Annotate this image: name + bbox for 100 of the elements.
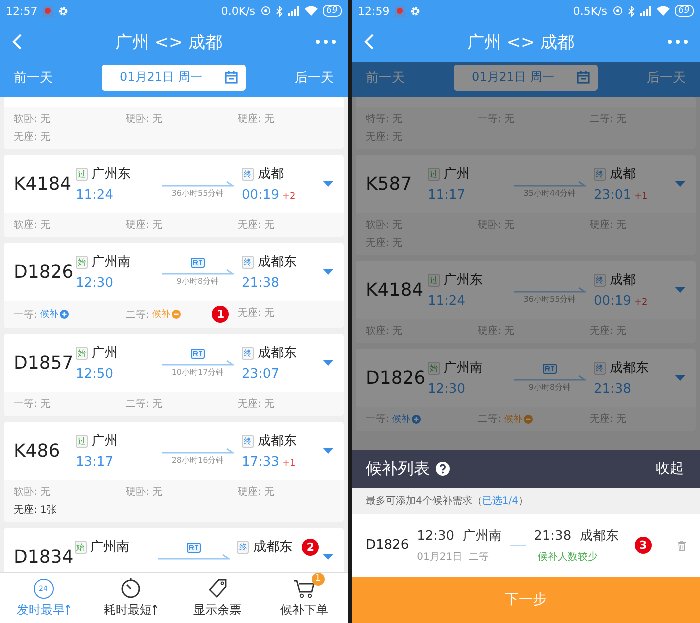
wifi-icon xyxy=(304,6,318,16)
waitlist-toggle[interactable]: 候补 xyxy=(392,412,422,426)
station-tag: 过 xyxy=(428,274,440,286)
annotation-marker: 3 xyxy=(634,537,652,554)
seat-availability: 无座: 无 xyxy=(238,218,276,232)
departure-time: 11:24 xyxy=(76,188,114,203)
station-tag: 终 xyxy=(594,168,606,180)
travel-duration: 10小时17分钟 xyxy=(172,366,224,378)
train-number: D1857 xyxy=(14,352,75,374)
caret-icon[interactable] xyxy=(323,180,334,188)
caret-icon[interactable] xyxy=(323,448,334,454)
status-time: 12:57 xyxy=(6,4,38,18)
signal-icon xyxy=(288,6,300,16)
seat-availability: 无座: 无 xyxy=(238,398,276,411)
count-badge: 1 xyxy=(312,572,324,586)
seat-availability: 无座: 1张 xyxy=(14,504,58,517)
caret-icon[interactable] xyxy=(323,554,334,560)
route-title: 广州 <> 成都 xyxy=(466,32,576,54)
arrival-time: 23:01 xyxy=(594,188,632,203)
arrival-station: 成都东 xyxy=(258,433,297,450)
travel-duration: 28小时16分钟 xyxy=(172,454,224,466)
calendar-icon xyxy=(225,71,238,84)
departure-info: 12:30 广州南 xyxy=(417,528,502,545)
arrival-time: 00:19 xyxy=(242,188,280,203)
collapse-button[interactable]: 收起 xyxy=(650,459,690,479)
back-icon[interactable] xyxy=(364,34,374,50)
next-day-button[interactable]: 后一天 xyxy=(295,68,334,86)
travel-duration: 35小时44分钟 xyxy=(524,188,576,198)
waitlist-toggle[interactable]: 候补 xyxy=(504,412,534,426)
waitlist-toggle[interactable]: 候补 xyxy=(40,308,70,321)
caret-icon[interactable] xyxy=(323,360,334,366)
app-icon xyxy=(42,6,53,16)
status-time: 12:59 xyxy=(358,4,390,18)
trash-icon[interactable] xyxy=(678,538,686,552)
back-icon[interactable] xyxy=(12,34,22,50)
sort-tab[interactable]: 耗时最短 xyxy=(87,573,174,623)
seat-availability: 无座: 无 xyxy=(14,130,52,144)
departure-station: 广州南 xyxy=(444,360,483,377)
tag-icon xyxy=(208,578,228,598)
date-picker[interactable]: 01月21日 周一 xyxy=(102,64,246,90)
caret-icon[interactable] xyxy=(675,286,686,294)
arrival-time: 00:19 xyxy=(594,294,632,309)
seat-availability: 软卧: 无 xyxy=(14,486,52,499)
station-tag: 终 xyxy=(242,434,254,448)
station-tag: 过 xyxy=(428,168,440,180)
more-icon[interactable] xyxy=(668,40,688,44)
annotation-marker: 1 xyxy=(212,306,230,323)
station-tag: 过 xyxy=(76,168,88,180)
next-day-button[interactable]: 后一天 xyxy=(647,68,686,86)
seat-availability: 硬座: 无 xyxy=(126,218,164,232)
departure-time: 12:30 xyxy=(76,276,114,291)
day-offset: +1 xyxy=(282,459,296,469)
arrival-time: 21:38 xyxy=(594,382,632,397)
arrival-station: 成都东 xyxy=(258,345,297,362)
station-tag: 终 xyxy=(594,274,606,286)
seat-availability: 软卧: 无 xyxy=(14,113,52,126)
arrival-time: 17:33 xyxy=(242,455,280,470)
train-number: D1826 xyxy=(14,262,75,282)
caret-icon[interactable] xyxy=(323,268,334,276)
departure-time: 12:50 xyxy=(76,367,114,382)
network-speed: 0.5K/s xyxy=(573,4,608,18)
arrival-station: 成都东 xyxy=(253,539,292,556)
travel-duration: 36小时55分钟 xyxy=(172,188,224,198)
network-speed: 0.0K/s xyxy=(221,4,256,18)
next-step-button[interactable]: 下一步 xyxy=(352,577,700,623)
sort-tab[interactable]: 显示余票 xyxy=(174,573,261,623)
sort-tab[interactable]: 1 候补下单 xyxy=(261,573,348,623)
travel-duration: 9小时8分钟 xyxy=(528,382,572,392)
station-tag: 始 xyxy=(74,540,87,554)
battery-indicator: 69 xyxy=(322,5,342,17)
help-icon[interactable] xyxy=(436,462,450,476)
more-icon[interactable] xyxy=(316,40,336,44)
station-tag: 终 xyxy=(242,168,254,180)
annotation-marker: 2 xyxy=(302,538,320,556)
station-tag: 终 xyxy=(242,346,254,360)
waitlist-toggle[interactable]: 候补 xyxy=(152,308,182,321)
previous-day-button[interactable]: 前一天 xyxy=(14,68,53,86)
seat-availability: 硬座: 无 xyxy=(238,486,276,499)
train-number: K4184 xyxy=(366,280,425,300)
station-tag: 终 xyxy=(242,256,254,268)
bluetooth-icon xyxy=(276,6,283,16)
date-picker[interactable]: 01月21日 周一 xyxy=(454,64,598,90)
station-tag: 始 xyxy=(428,362,440,374)
seat-availability: 二等: 无 xyxy=(126,398,164,411)
day-offset: +2 xyxy=(634,298,648,308)
train-number: D1826 xyxy=(366,538,410,553)
caret-icon[interactable] xyxy=(675,374,686,382)
train-card[interactable]: 软卧: 无 硬卧: 无 硬座: 无 无座: 无 xyxy=(4,97,344,149)
arrival-station: 成都东 xyxy=(610,360,649,377)
train-card[interactable]: K486 过 广州 13:17 28小时16分钟 终 成都东 17:33 +1 软卧: 无 硬卧: 无 硬座: 无 无座: 1张 xyxy=(4,422,344,522)
station-tag: 终 xyxy=(237,540,250,554)
previous-day-button[interactable]: 前一天 xyxy=(366,68,405,86)
departure-station: 广州 xyxy=(92,345,118,362)
seat-class: 一等: xyxy=(14,308,38,322)
caret-icon[interactable] xyxy=(675,180,686,188)
bluetooth-icon xyxy=(628,6,635,16)
seat-availability: 硬座: 无 xyxy=(238,112,276,126)
arrival-station: 成都 xyxy=(258,166,284,183)
station-tag: 终 xyxy=(594,362,606,374)
departure-station: 广州 xyxy=(92,433,118,450)
